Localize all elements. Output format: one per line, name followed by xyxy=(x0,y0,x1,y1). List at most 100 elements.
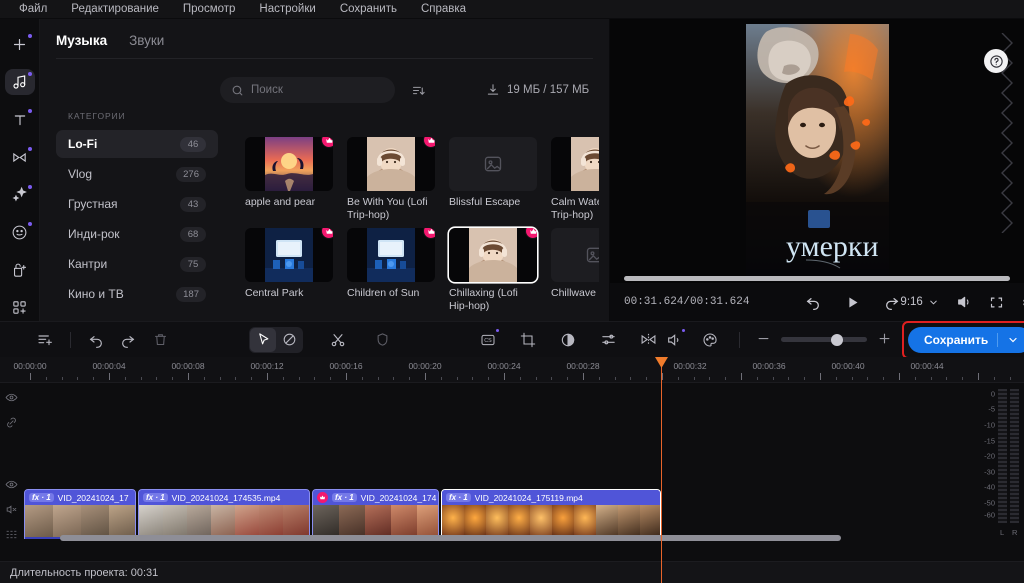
track-visibility-toggle[interactable] xyxy=(5,391,18,407)
category-count: 46 xyxy=(180,136,206,152)
zoom-in-button[interactable] xyxy=(877,331,892,349)
track-artwork[interactable] xyxy=(347,137,435,191)
timeline-clip[interactable]: fx · 1 VID_20241024_17 xyxy=(24,489,136,539)
track-artwork[interactable] xyxy=(551,137,599,191)
search-box[interactable] xyxy=(220,77,395,103)
music-tile[interactable]: Calm Water (Lofi Trip-hop) xyxy=(551,137,599,222)
rail-item-effects[interactable] xyxy=(5,182,35,209)
premium-crown-icon xyxy=(321,137,333,148)
mask-button[interactable] xyxy=(369,328,395,352)
search-input[interactable] xyxy=(251,84,371,96)
split-button[interactable] xyxy=(325,328,351,352)
menu-item-edit[interactable]: Редактирование xyxy=(60,1,170,17)
category-sad[interactable]: Грустная 43 xyxy=(56,190,218,218)
timeline-ruler[interactable]: 00:00:00 00:00:04 00:00:08 00:00:12 00:0… xyxy=(0,357,1024,383)
video-visibility-toggle[interactable] xyxy=(5,478,18,494)
track-artwork[interactable] xyxy=(449,228,537,282)
music-tile[interactable]: apple and pear xyxy=(245,137,333,222)
menu-item-settings[interactable]: Настройки xyxy=(248,1,326,17)
music-tile-selected[interactable]: Chillaxing (Lofi Hip-hop) xyxy=(449,228,537,313)
rail-item-templates[interactable] xyxy=(5,294,35,321)
rail-item-transitions[interactable] xyxy=(5,144,35,171)
toolbar-separator xyxy=(70,331,71,348)
category-vlog[interactable]: Vlog 276 xyxy=(56,160,218,188)
track-artwork[interactable] xyxy=(449,137,537,191)
add-track-button[interactable] xyxy=(32,328,58,352)
fullscreen-button[interactable] xyxy=(989,295,1004,310)
scrollbar-thumb[interactable] xyxy=(60,535,841,541)
category-lofi[interactable]: Lo-Fi 46 xyxy=(56,130,218,158)
menu-item-help[interactable]: Справка xyxy=(410,1,477,17)
meter-channel-label: R xyxy=(1012,528,1018,537)
zoom-out-button[interactable] xyxy=(756,331,771,349)
music-tile[interactable]: Central Park xyxy=(245,228,333,313)
volume-button[interactable] xyxy=(956,294,972,310)
image-placeholder-icon xyxy=(586,247,599,263)
track-title: Calm Water (Lofi Trip-hop) xyxy=(551,196,599,221)
rail-item-text[interactable] xyxy=(5,106,35,133)
track-link-toggle[interactable] xyxy=(5,416,18,432)
redo-button[interactable] xyxy=(884,294,900,310)
help-button[interactable] xyxy=(984,49,1008,73)
category-classic[interactable]: Классика 55 xyxy=(56,310,218,315)
track-headers xyxy=(0,383,22,539)
category-country[interactable]: Кантри 75 xyxy=(56,250,218,278)
crop-button[interactable] xyxy=(515,328,541,352)
meter-tick-label: -15 xyxy=(984,436,995,446)
undo-button[interactable] xyxy=(805,294,821,310)
scissors-icon xyxy=(331,333,345,346)
clip-filename: VID_20241024_175119.mp4 xyxy=(474,492,583,503)
rail-item-stickers[interactable] xyxy=(5,219,35,246)
opacity-button[interactable] xyxy=(555,328,581,352)
ruler-label: 00:00:40 xyxy=(831,361,865,371)
color-button[interactable] xyxy=(697,328,723,352)
video-mute-toggle[interactable] xyxy=(5,503,18,519)
select-tool[interactable] xyxy=(250,327,276,352)
play-button[interactable] xyxy=(845,295,860,310)
timeline: 00:00:00 00:00:04 00:00:08 00:00:12 00:0… xyxy=(0,357,1024,583)
menu-item-file[interactable]: Файл xyxy=(8,1,58,17)
captions-button[interactable]: CS xyxy=(475,328,501,352)
track-artwork[interactable] xyxy=(551,228,599,282)
timeline-clip[interactable]: fx · 1 VID_20241024_174535.mp4 xyxy=(138,489,310,539)
music-tile[interactable]: Be With You (Lofi Trip-hop) xyxy=(347,137,435,222)
music-tile[interactable]: Children of Sun xyxy=(347,228,435,313)
track-artwork[interactable] xyxy=(245,137,333,191)
timeline-tracks[interactable]: fx · 1 VID_20241024_17 fx · 1 VID_202410… xyxy=(22,383,974,539)
save-button[interactable]: Сохранить xyxy=(908,326,1024,353)
adjust-button[interactable] xyxy=(595,328,621,352)
tab-sounds[interactable]: Звуки xyxy=(129,33,164,58)
tab-music[interactable]: Музыка xyxy=(56,33,107,58)
undo-button[interactable] xyxy=(83,328,109,352)
rail-item-filters[interactable] xyxy=(5,257,35,284)
save-dropdown-button[interactable] xyxy=(1007,334,1024,346)
track-header-top xyxy=(0,383,22,432)
preview-stage[interactable]: умерки xyxy=(610,19,1024,283)
category-film-tv[interactable]: Кино и ТВ 187 xyxy=(56,280,218,308)
menu-item-view[interactable]: Просмотр xyxy=(172,1,247,17)
track-artwork[interactable] xyxy=(245,228,333,282)
preview-scrollbar[interactable] xyxy=(624,276,1010,281)
timeline-clip[interactable]: fx · 1 VID_20241024_174 xyxy=(312,489,439,539)
delete-button[interactable] xyxy=(147,328,173,352)
aspect-ratio-select[interactable]: 9:16 xyxy=(900,296,938,308)
menu-item-save[interactable]: Сохранить xyxy=(329,1,408,17)
redo-button[interactable] xyxy=(115,328,141,352)
timeline-clip-selected[interactable]: fx · 1 VID_20241024_175119.mp4 xyxy=(441,489,661,539)
rail-item-add-media[interactable] xyxy=(5,31,35,58)
detach-audio-button[interactable] xyxy=(661,328,687,352)
category-indie-rock[interactable]: Инди-рок 68 xyxy=(56,220,218,248)
playhead[interactable] xyxy=(661,357,662,583)
cut-tool[interactable] xyxy=(276,328,302,352)
music-tile[interactable]: Blissful Escape xyxy=(449,137,537,222)
timeline-horizontal-scrollbar[interactable] xyxy=(22,535,974,541)
track-artwork[interactable] xyxy=(347,228,435,282)
keyframe-toggle[interactable] xyxy=(5,528,18,544)
transition-button[interactable] xyxy=(635,328,661,352)
zoom-slider-thumb[interactable] xyxy=(830,333,843,346)
sort-button[interactable] xyxy=(411,83,426,98)
music-tile[interactable]: Chillwave Serenity xyxy=(551,228,599,313)
zoom-slider[interactable] xyxy=(781,333,867,346)
new-badge-dot xyxy=(681,328,685,332)
rail-item-audio[interactable] xyxy=(4,68,35,96)
